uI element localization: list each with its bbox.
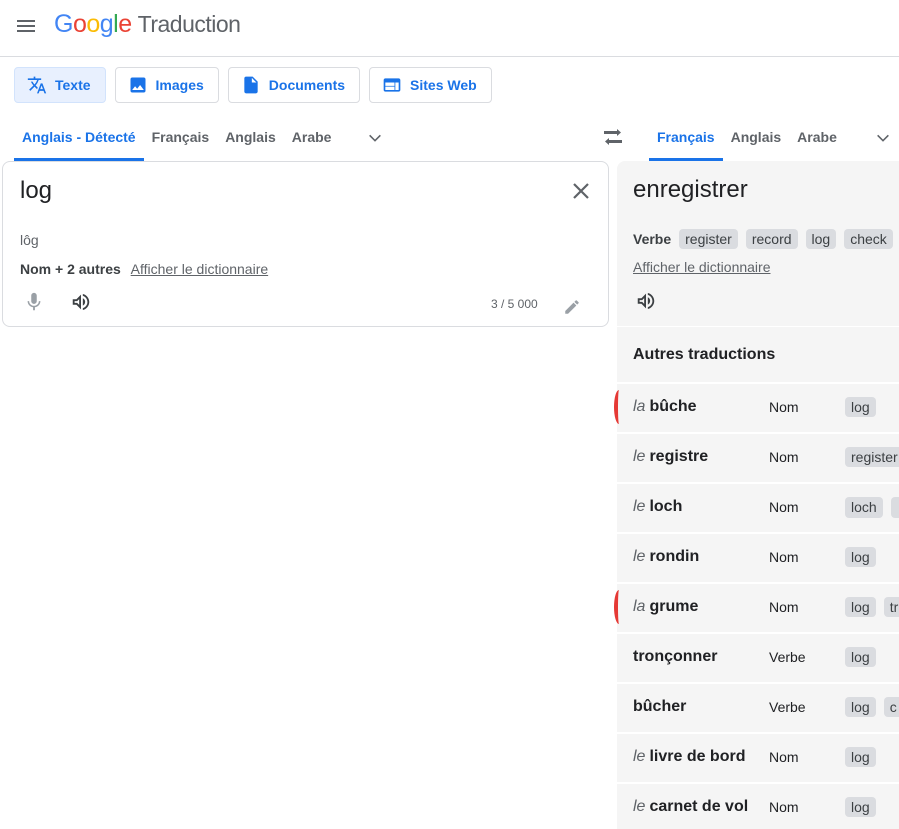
translation-word: bûcher [633,698,687,715]
translation-word: le carnet de vol [633,798,749,815]
source-lang-detected[interactable]: Anglais - Détecté [14,118,144,161]
translate-icon [27,76,47,94]
source-lang-more-button[interactable] [363,126,387,150]
website-icon [383,78,401,92]
target-pos: Verbe [633,231,672,247]
target-dictionary-link[interactable]: Afficher le dictionnaire [633,259,770,275]
source-text-input[interactable]: log [20,177,52,205]
annotation-mark [614,390,624,424]
translation-word: le rondin [633,548,700,565]
translation-word: tronçonner [633,648,718,665]
translation-pos: Verbe [769,649,806,665]
character-count: 3 / 5 000 [491,297,538,311]
target-lang-english[interactable]: Anglais [723,118,790,161]
microphone-icon [27,292,41,311]
translation-row[interactable]: bûcher Verbe log c [617,682,899,730]
pencil-icon [565,300,579,314]
back-translation-chip[interactable] [890,496,899,518]
other-translations-title: Autres traductions [633,346,776,363]
back-translation-chip[interactable]: loch [845,496,883,518]
translation-row[interactable]: le registre Nom register [617,432,899,480]
translation-pos: Nom [769,449,799,465]
translation-row[interactable]: le livre de bord Nom log [617,732,899,780]
chevron-down-icon [876,134,889,142]
edit-button[interactable] [563,298,581,316]
translation-row[interactable]: le loch Nom loch [617,482,899,530]
source-dictionary-link[interactable]: Afficher le dictionnaire [131,261,268,277]
source-dictionary-summary: Nom + 2 autres Afficher le dictionnaire [20,261,268,277]
back-translation-chip[interactable]: log [845,547,876,567]
translation-row[interactable]: la grume Nom log tr [614,582,899,630]
translation-pos: Nom [769,549,799,565]
google-logo[interactable]: Google Traduction [54,10,241,39]
speaker-icon [637,292,655,310]
speaker-icon [72,293,90,311]
translation-text: enregistrer [633,176,748,203]
back-translation-chip[interactable]: log [845,797,876,817]
mode-text-button[interactable]: Texte [14,67,106,103]
pos-summary: Nom + 2 autres [20,261,121,277]
app-header: Google Traduction [0,0,899,57]
back-translation-chip[interactable]: log [845,647,876,667]
clear-source-button[interactable] [569,179,593,203]
transliteration: lôg [20,232,39,248]
microphone-button[interactable] [23,291,45,313]
mode-images-button[interactable]: Images [114,67,219,103]
translation-word: le loch [633,498,683,515]
mode-documents-button[interactable]: Documents [227,67,361,103]
back-translation-chip[interactable]: log [845,397,876,417]
source-listen-button[interactable] [69,291,93,313]
translation-word: la bûche [633,398,697,415]
synonym-chip[interactable]: register [679,229,738,249]
target-lang-arabic[interactable]: Arabe [789,118,845,161]
product-name: Traduction [137,11,241,37]
translation-word: le livre de bord [633,748,746,765]
translation-pos: Verbe [769,699,806,715]
translation-pos: Nom [769,749,799,765]
source-panel: log lôg Nom + 2 autres Afficher le dicti… [2,161,609,327]
mode-selector: Texte Images Documents Sites Web [14,67,492,103]
target-panel: enregistrer Verbe register record log ch… [617,161,899,326]
translation-word: la grume [633,598,699,615]
close-icon [573,183,589,199]
translation-row[interactable]: la bûche Nom log [614,382,899,430]
other-translations-panel: Autres traductions la bûche Nom log le reg… [614,327,899,829]
source-lang-french[interactable]: Français [144,118,218,161]
translation-row[interactable]: le carnet de vol Nom log [617,782,899,829]
menu-icon[interactable] [14,14,38,38]
translation-pos: Nom [769,399,799,415]
translation-row[interactable]: tronçonner Verbe log [617,632,899,680]
translation-word: le registre [633,448,709,465]
source-language-tabs: Anglais - Détecté Français Anglais Arabe [14,118,387,161]
back-translation-chip[interactable]: log [845,747,876,767]
synonym-chip[interactable]: check [844,229,893,249]
back-translation-chip[interactable]: log [845,597,876,617]
translation-pos: Nom [769,499,799,515]
target-language-tabs: Français Anglais Arabe [649,118,895,161]
target-synonyms: Verbe register record log check [633,229,899,249]
translation-pos: Nom [769,599,799,615]
target-listen-button[interactable] [634,290,658,312]
back-translation-chip[interactable]: register [845,447,899,467]
swap-icon [604,129,622,145]
target-lang-french[interactable]: Français [649,118,723,161]
synonym-chip[interactable]: record [745,229,798,249]
translation-row[interactable]: le rondin Nom log [617,532,899,580]
source-lang-arabic[interactable]: Arabe [284,118,340,161]
image-icon [130,77,146,93]
chevron-down-icon [369,134,382,142]
source-lang-english[interactable]: Anglais [217,118,284,161]
swap-languages-button[interactable] [600,125,626,149]
annotation-mark [614,590,624,624]
document-icon [244,76,258,94]
back-translation-chip[interactable]: log [845,697,876,717]
target-lang-more-button[interactable] [871,126,895,150]
translation-pos: Nom [769,799,799,815]
back-translation-chip[interactable]: c [883,697,899,717]
mode-websites-button[interactable]: Sites Web [369,67,492,103]
synonym-chip[interactable]: log [805,229,837,249]
back-translation-chip[interactable]: tr [883,597,899,617]
